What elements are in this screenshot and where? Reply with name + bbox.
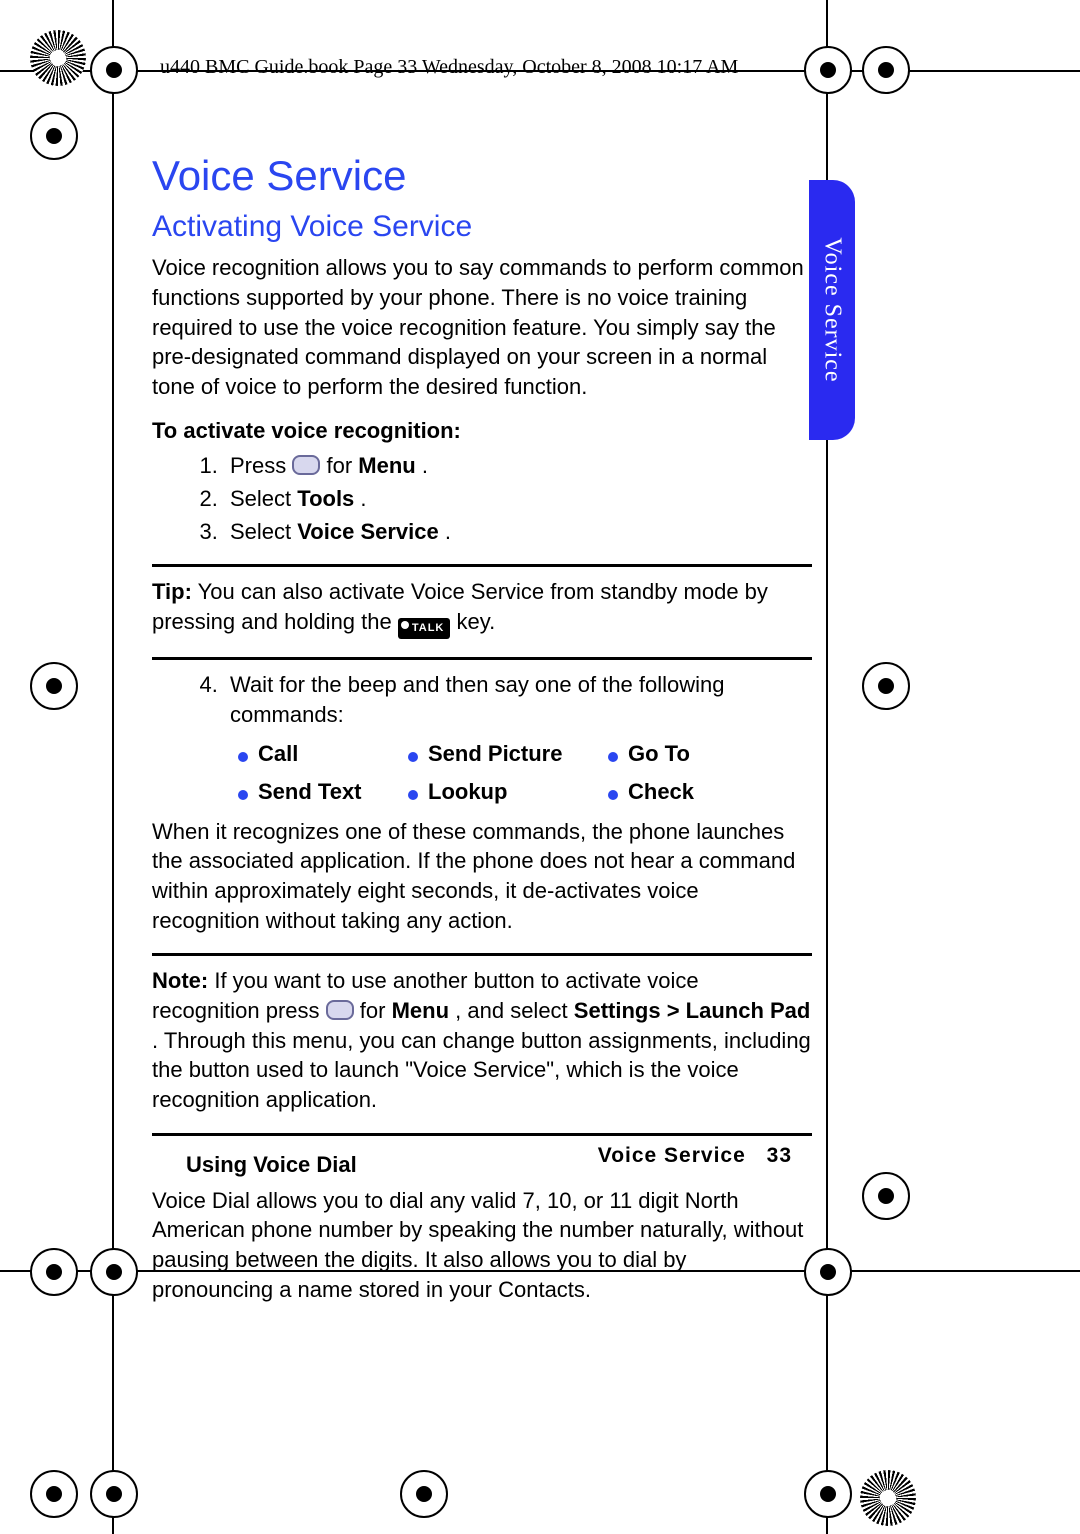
step-text: for — [326, 453, 358, 478]
page-title: Voice Service — [152, 148, 812, 205]
page-number: 33 — [767, 1144, 792, 1167]
command-item: Call — [238, 739, 408, 769]
step-text: . — [445, 519, 451, 544]
voice-dial-paragraph: Voice Dial allows you to dial any valid … — [152, 1186, 812, 1305]
horizontal-rule — [152, 657, 812, 660]
commands-grid: Call Send Picture Go To Send Text Lookup… — [238, 739, 812, 806]
step-2: Select Tools . — [224, 484, 812, 514]
register-mark-icon — [90, 46, 138, 94]
command-item: Send Text — [238, 777, 408, 807]
register-mark-icon — [400, 1470, 448, 1518]
menu-label: Menu — [392, 998, 449, 1023]
step-text: . — [422, 453, 428, 478]
step-4: Wait for the beep and then say one of th… — [224, 670, 812, 729]
register-mark-icon — [90, 1248, 138, 1296]
page-header-line: u440 BMC Guide.book Page 33 Wednesday, O… — [160, 56, 738, 79]
register-mark-icon — [30, 112, 78, 160]
horizontal-rule — [152, 1133, 812, 1136]
bullet-icon — [408, 752, 418, 762]
tip-block: Tip: You can also activate Voice Service… — [152, 577, 812, 639]
intro-paragraph: Voice recognition allows you to say comm… — [152, 253, 812, 401]
register-mark-icon — [804, 1470, 852, 1518]
horizontal-rule — [152, 953, 812, 956]
softkey-icon — [292, 455, 320, 475]
register-mark-icon — [30, 1470, 78, 1518]
register-mark-icon — [90, 1470, 138, 1518]
step-text: . — [360, 486, 366, 511]
bullet-icon — [238, 752, 248, 762]
tip-label: Tip: — [152, 579, 192, 604]
command-item: Send Picture — [408, 739, 608, 769]
section-heading: Activating Voice Service — [152, 207, 812, 248]
page-footer: Voice Service 33 — [152, 1144, 792, 1168]
bullet-icon — [408, 790, 418, 800]
note-block: Note: If you want to use another button … — [152, 966, 812, 1114]
step-text: Select — [230, 519, 297, 544]
talk-key-icon: TALK — [398, 618, 451, 639]
note-text: for — [360, 998, 392, 1023]
section-tab-label: Voice Service — [819, 237, 846, 382]
command-label: Lookup — [428, 777, 507, 807]
crop-line-vertical-left — [112, 0, 114, 1534]
bullet-icon — [608, 752, 618, 762]
command-label: Send Text — [258, 777, 362, 807]
steps-list: Press for Menu . Select Tools . Select V… — [224, 451, 812, 546]
register-mark-icon — [804, 46, 852, 94]
command-label: Check — [628, 777, 694, 807]
commands-row: Send Text Lookup Check — [238, 777, 812, 807]
note-text: , and select — [455, 998, 574, 1023]
note-label: Note: — [152, 968, 208, 993]
section-tab: Voice Service — [809, 180, 855, 440]
step-text: Press — [230, 453, 292, 478]
bullet-icon — [238, 790, 248, 800]
register-mark-icon — [862, 662, 910, 710]
bullet-icon — [608, 790, 618, 800]
step-3: Select Voice Service . — [224, 517, 812, 547]
command-item: Check — [608, 777, 768, 807]
softkey-icon — [326, 1000, 354, 1020]
register-radial-icon — [860, 1470, 916, 1526]
footer-section-label: Voice Service — [598, 1144, 746, 1167]
steps-list-cont: Wait for the beep and then say one of th… — [224, 670, 812, 729]
command-label: Call — [258, 739, 298, 769]
register-mark-icon — [30, 662, 78, 710]
subheading-activate: To activate voice recognition: — [152, 416, 812, 446]
command-item: Go To — [608, 739, 768, 769]
command-label: Go To — [628, 739, 690, 769]
register-radial-icon — [30, 30, 86, 86]
voice-service-label: Voice Service — [297, 519, 438, 544]
note-text: . Through this menu, you can change butt… — [152, 1028, 811, 1112]
tip-text: key. — [457, 609, 496, 634]
after-commands-paragraph: When it recognizes one of these commands… — [152, 817, 812, 936]
tools-label: Tools — [297, 486, 354, 511]
commands-row: Call Send Picture Go To — [238, 739, 812, 769]
step-text: Select — [230, 486, 297, 511]
horizontal-rule — [152, 564, 812, 567]
menu-label: Menu — [358, 453, 415, 478]
step-text: Wait for the beep and then say one of th… — [230, 672, 725, 727]
settings-path-label: Settings > Launch Pad — [574, 998, 811, 1023]
register-mark-icon — [862, 1172, 910, 1220]
command-label: Send Picture — [428, 739, 562, 769]
command-item: Lookup — [408, 777, 608, 807]
step-1: Press for Menu . — [224, 451, 812, 481]
register-mark-icon — [862, 46, 910, 94]
register-mark-icon — [30, 1248, 78, 1296]
content-area: Voice Service Activating Voice Service V… — [152, 148, 812, 1304]
